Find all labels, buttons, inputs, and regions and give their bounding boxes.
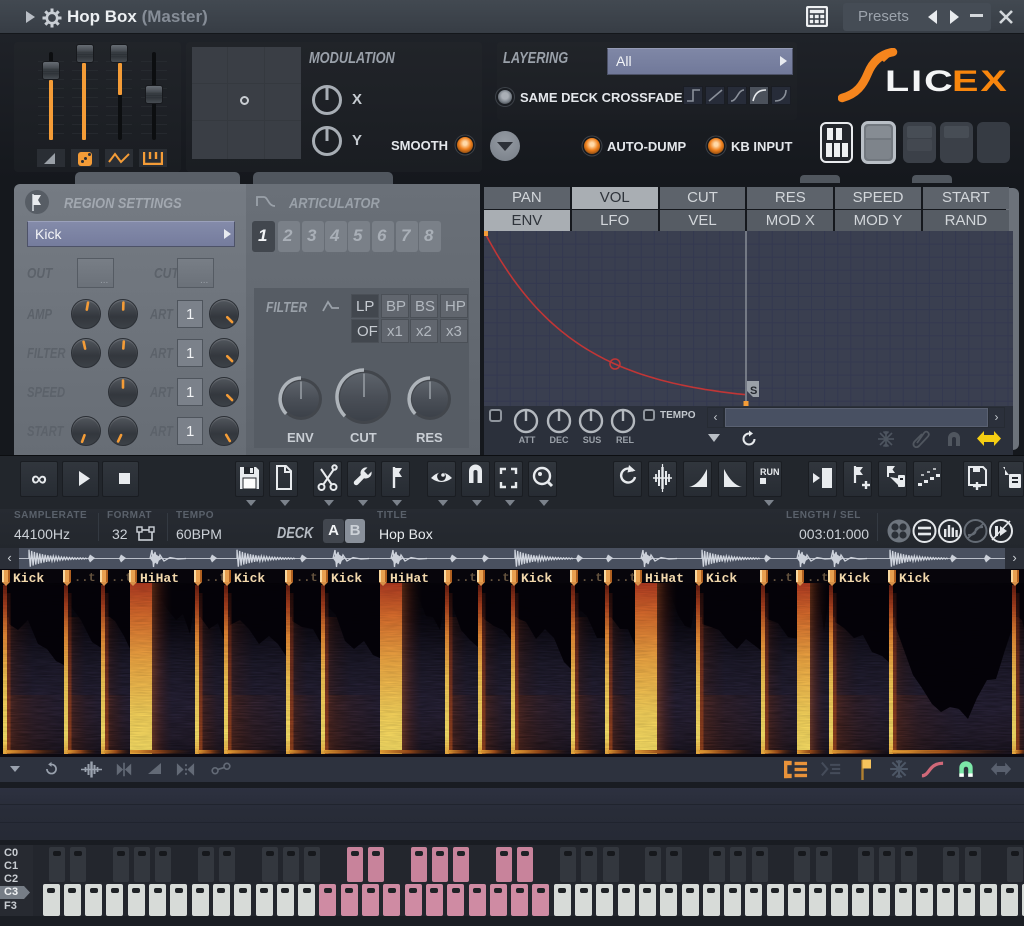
svg-text:S: S — [750, 385, 757, 397]
svg-text:RUN: RUN — [760, 467, 780, 477]
svg-text:EX: EX — [952, 65, 1009, 98]
svg-text:∞: ∞ — [31, 466, 47, 491]
svg-text:LIC: LIC — [885, 65, 955, 98]
